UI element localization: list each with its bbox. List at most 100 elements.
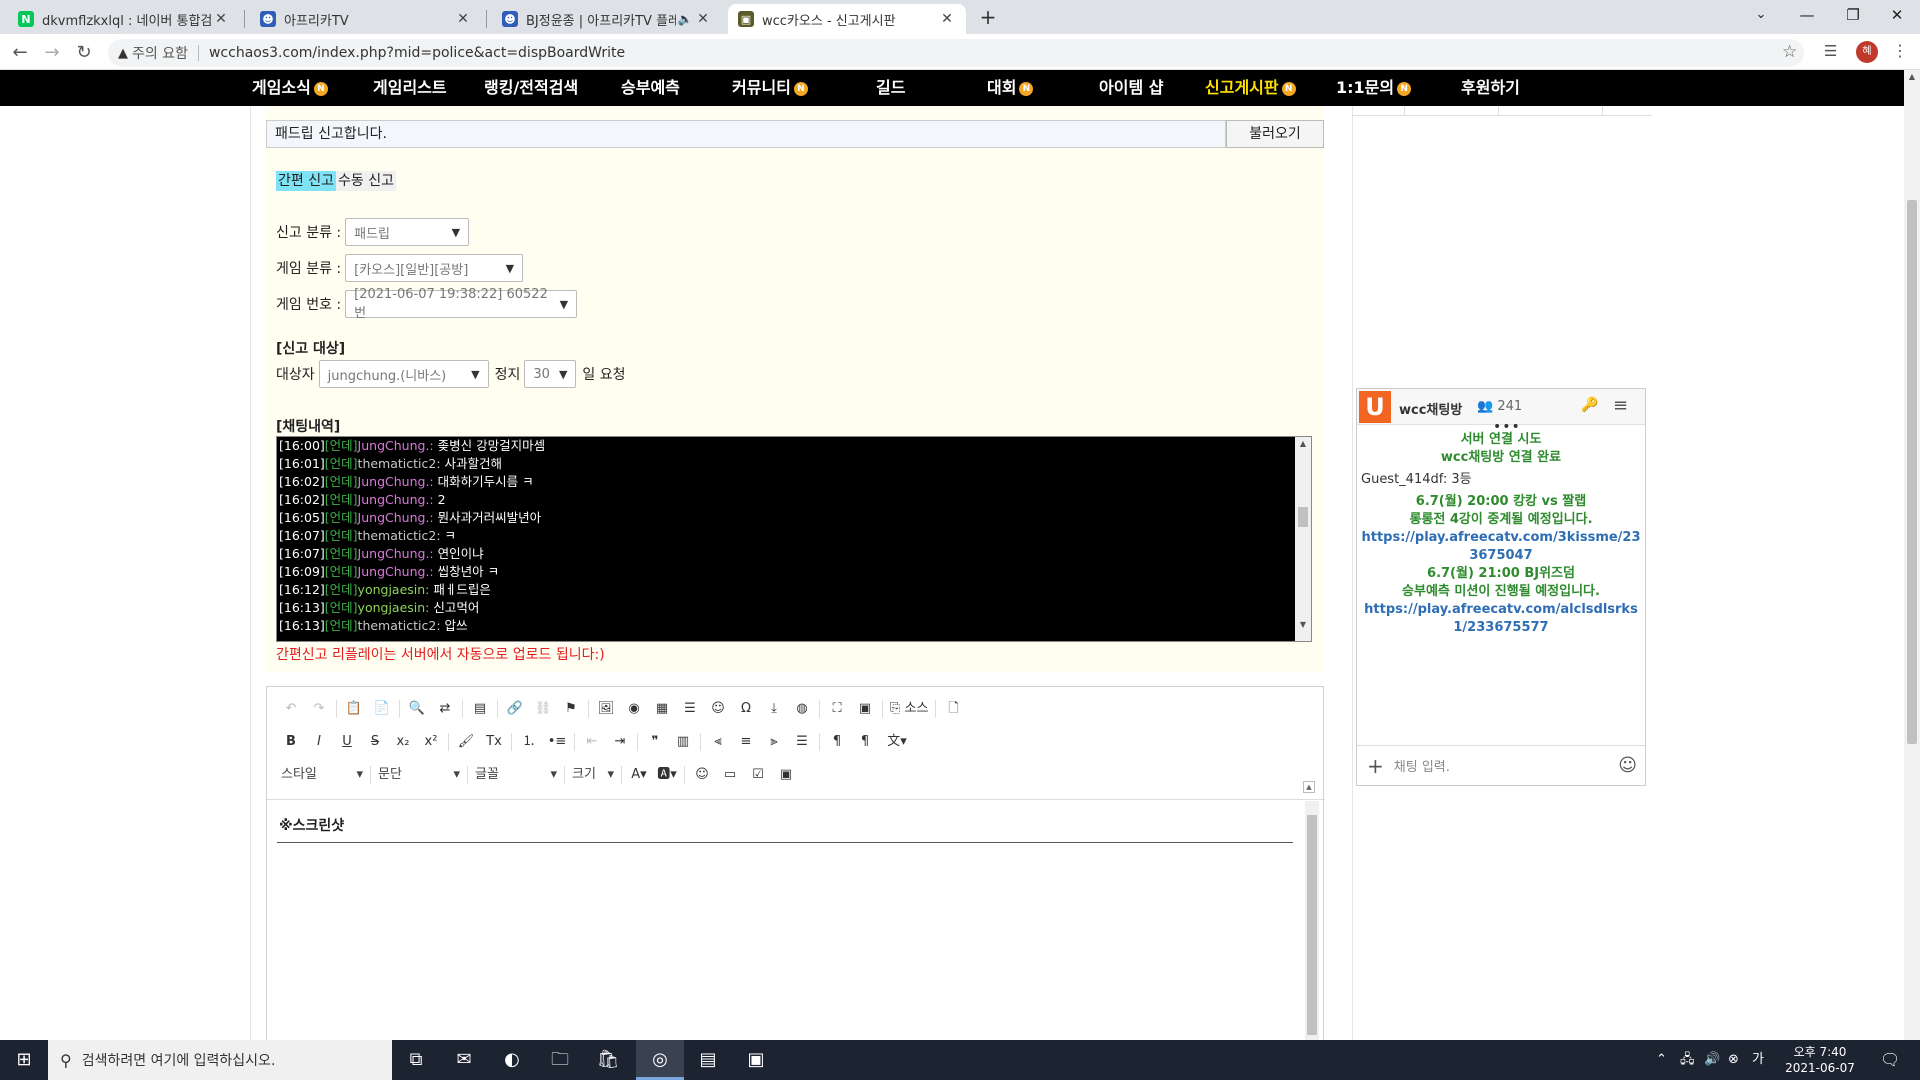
- nav-donate[interactable]: 후원하기: [1461, 70, 1520, 106]
- align-right-icon[interactable]: ⫸: [760, 730, 788, 754]
- tab-bj-stream[interactable]: ☻ BJ정윤종 | 아프리카TV 플레 🔈 ✕: [492, 4, 722, 34]
- anchor-icon[interactable]: ⚑: [557, 697, 585, 721]
- tab-wcc-report[interactable]: ▣ wcc카오스 - 신고게시판 ✕: [728, 4, 966, 34]
- redo-icon[interactable]: ↷: [305, 697, 333, 721]
- unlink-icon[interactable]: ⛓: [529, 697, 557, 721]
- editor-scrollbar[interactable]: [1305, 801, 1319, 1040]
- windows-start-icon[interactable]: ⊞: [0, 1040, 48, 1080]
- underline-icon[interactable]: U: [333, 730, 361, 754]
- remove-format-icon[interactable]: Tx: [480, 730, 508, 754]
- key-icon[interactable]: 🔑: [1581, 397, 1598, 413]
- close-icon[interactable]: ✕: [694, 11, 712, 27]
- new-page-icon[interactable]: 🗋: [939, 697, 967, 721]
- mail-icon[interactable]: ✉: [440, 1040, 488, 1080]
- task-view-icon[interactable]: ⧉: [392, 1040, 440, 1080]
- speaker-icon[interactable]: 🔈: [676, 12, 694, 26]
- chat-input[interactable]: 채팅 입력.: [1394, 756, 1618, 775]
- align-center-icon[interactable]: ≡: [732, 730, 760, 754]
- italic-icon[interactable]: I: [305, 730, 333, 754]
- load-button[interactable]: 불러오기: [1226, 120, 1324, 148]
- ban-days-select[interactable]: 30 ▼: [524, 360, 577, 388]
- select-all-icon[interactable]: ▤: [466, 697, 494, 721]
- tray-chevron-icon[interactable]: ⌃: [1656, 1040, 1667, 1080]
- collapse-toolbar-icon[interactable]: ▲: [1303, 781, 1315, 793]
- game-number-select[interactable]: [2021-06-07 19:38:22] 60522번 ▼: [345, 287, 578, 321]
- tab-afreecatv[interactable]: ☻ 아프리카TV ✕: [250, 4, 482, 34]
- image-insert-icon[interactable]: ▭: [716, 763, 744, 787]
- find-icon[interactable]: 🔍: [403, 697, 431, 721]
- back-icon[interactable]: ←: [8, 41, 32, 65]
- font-combo[interactable]: 글꼴 ▾: [471, 763, 561, 787]
- vpn-icon[interactable]: ⊗: [1728, 1040, 1739, 1080]
- image-icon[interactable]: 🖼: [592, 697, 620, 721]
- nav-game-news[interactable]: 게임소식 N: [252, 70, 328, 106]
- game-type-select[interactable]: [카오스][일반][공방] ▼: [345, 254, 524, 282]
- menu-icon[interactable]: ≡: [1613, 395, 1628, 416]
- clock[interactable]: 오후 7:40 2021-06-07: [1780, 1044, 1860, 1076]
- close-icon[interactable]: ✕: [212, 11, 230, 27]
- bullet-list-icon[interactable]: •≡: [543, 730, 571, 754]
- nav-item-shop[interactable]: 아이템 샵: [1099, 70, 1163, 106]
- tab-search-icon[interactable]: ⌄: [1738, 0, 1784, 30]
- notification-icon[interactable]: 🗨: [1880, 1040, 1900, 1080]
- paste-text-icon[interactable]: 📄: [368, 697, 396, 721]
- close-icon[interactable]: ✕: [938, 11, 956, 27]
- profile-avatar[interactable]: 혜: [1856, 41, 1878, 63]
- source-button[interactable]: ⎘ 소스: [886, 697, 932, 721]
- chat-log-scrollbar[interactable]: ▲ ▼: [1295, 437, 1311, 641]
- show-blocks-icon[interactable]: ▣: [851, 697, 879, 721]
- store-icon[interactable]: 🛍: [584, 1040, 632, 1080]
- edge-icon[interactable]: ◐: [488, 1040, 536, 1080]
- ime-icon[interactable]: 가: [1752, 1040, 1764, 1080]
- table-icon[interactable]: ▦: [648, 697, 676, 721]
- title-input[interactable]: 패드립 신고합니다.: [266, 120, 1226, 148]
- emoticon-icon[interactable]: ☺: [688, 763, 716, 787]
- numbered-list-icon[interactable]: ⒈: [515, 730, 543, 754]
- reload-icon[interactable]: ↻: [72, 41, 96, 65]
- window-close-button[interactable]: ✕: [1874, 0, 1920, 30]
- rtl-icon[interactable]: ¶: [851, 730, 879, 754]
- reading-list-icon[interactable]: ☰: [1824, 42, 1837, 60]
- iframe-icon[interactable]: ◍: [788, 697, 816, 721]
- page-break-icon[interactable]: ⤓: [760, 697, 788, 721]
- special-char-icon[interactable]: Ω: [732, 697, 760, 721]
- page-scrollbar[interactable]: ▲: [1904, 70, 1920, 1040]
- undo-icon[interactable]: ↶: [277, 697, 305, 721]
- media-icon[interactable]: ▣: [772, 763, 800, 787]
- notice-link[interactable]: https://play.afreecatv.com/alclsdlsrks1/…: [1361, 601, 1641, 637]
- game-icon[interactable]: ▣: [732, 1040, 780, 1080]
- target-select[interactable]: jungchung.(니바스) ▼: [318, 360, 489, 388]
- volume-icon[interactable]: 🔊: [1704, 1040, 1720, 1080]
- outdent-icon[interactable]: ⇤: [578, 730, 606, 754]
- emoji-icon[interactable]: ☺: [1618, 755, 1637, 776]
- scroll-up-icon[interactable]: ▲: [1295, 439, 1311, 448]
- editor-body[interactable]: ※스크린샷: [277, 809, 1293, 843]
- tab-manual-report[interactable]: 수동 신고: [335, 171, 396, 191]
- chrome-icon[interactable]: ◎: [636, 1040, 684, 1080]
- file-explorer-icon[interactable]: 🗀: [536, 1040, 584, 1080]
- scroll-down-icon[interactable]: ▼: [1295, 620, 1311, 629]
- network-icon[interactable]: 🖧: [1680, 1040, 1695, 1080]
- nav-community[interactable]: 커뮤니티 N: [732, 70, 808, 106]
- align-justify-icon[interactable]: ☰: [788, 730, 816, 754]
- close-icon[interactable]: ✕: [454, 11, 472, 27]
- more-menu-icon[interactable]: ⋮: [1892, 41, 1908, 60]
- ltr-icon[interactable]: ¶: [823, 730, 851, 754]
- horizontal-rule-icon[interactable]: ☰: [676, 697, 704, 721]
- maximize-icon[interactable]: ⛶: [823, 697, 851, 721]
- link-icon[interactable]: 🔗: [501, 697, 529, 721]
- copy-format-icon[interactable]: 🖌: [452, 730, 480, 754]
- paste-icon[interactable]: 📋: [340, 697, 368, 721]
- nav-game-list[interactable]: 게임리스트: [373, 70, 447, 106]
- minimize-button[interactable]: —: [1784, 0, 1830, 30]
- new-tab-button[interactable]: +: [976, 4, 1000, 30]
- plus-icon[interactable]: +: [1367, 754, 1384, 778]
- blockquote-icon[interactable]: ❞: [641, 730, 669, 754]
- flash-icon[interactable]: ◉: [620, 697, 648, 721]
- nav-report-board[interactable]: 신고게시판 N: [1205, 70, 1296, 106]
- url-field[interactable]: ▲ 주의 요함 wcchaos3.com/index.php?mid=polic…: [108, 39, 1804, 67]
- language-icon[interactable]: 文▾: [879, 730, 915, 754]
- bg-color-icon[interactable]: 🅰▾: [653, 763, 681, 787]
- bold-icon[interactable]: B: [277, 730, 305, 754]
- forward-icon[interactable]: →: [40, 41, 64, 65]
